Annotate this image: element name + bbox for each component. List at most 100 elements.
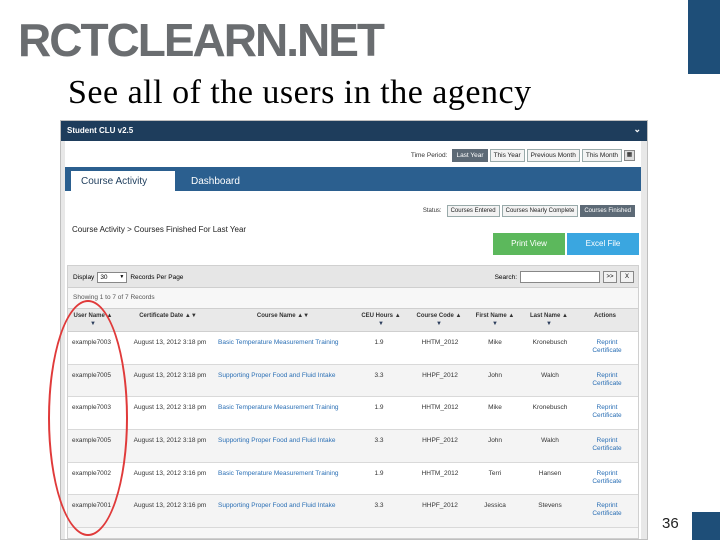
reprint-certificate-link[interactable]: Reprint Certificate [590, 437, 624, 453]
table-row: example7001 August 13, 2012 3:16 pm Supp… [68, 495, 638, 529]
window-titlebar: Student CLU v2.5 ⌄ [61, 121, 647, 141]
cell-course-code: HHTM_2012 [421, 469, 459, 477]
cell-last-name: Hansen [538, 469, 562, 477]
cell-course-name[interactable]: Basic Temperature Measurement Training [218, 470, 358, 478]
status-selector: Status: Courses Entered Courses Nearly C… [423, 205, 635, 217]
cell-course-code: HHTM_2012 [421, 339, 459, 346]
sort-up-icon: ▲ [394, 313, 401, 319]
chevron-down-icon[interactable]: ⌄ [633, 124, 641, 135]
app-content: Time Period: Last Year This Year Previou… [65, 141, 641, 539]
cell-first-name: John [487, 371, 503, 379]
cell-certificate-date: August 13, 2012 3:18 pm [133, 339, 207, 346]
cell-last-name: Kronebusch [532, 404, 568, 412]
cell-ceu-hours: 1.9 [374, 469, 384, 477]
cell-first-name: Mike [488, 404, 502, 412]
col-course-name[interactable]: Course Name ▲▼ [218, 313, 348, 319]
cell-certificate-date: August 13, 2012 3:18 pm [133, 371, 207, 379]
tab-course-activity[interactable]: Course Activity [71, 171, 175, 191]
cell-course-code: HHPF_2012 [422, 371, 458, 379]
table-header: User Name ▲ ▼ Certificate Date ▲▼ Course… [68, 308, 638, 332]
calendar-icon[interactable]: ▦ [624, 150, 635, 161]
search-go-button[interactable]: >> [603, 271, 617, 283]
highlight-oval [48, 300, 128, 536]
sort-up-icon: ▲ [455, 313, 462, 319]
cell-ceu-hours: 1.9 [374, 404, 384, 412]
reprint-certificate-link[interactable]: Reprint Certificate [590, 502, 624, 518]
tab-dashboard[interactable]: Dashboard [181, 171, 250, 191]
student-clu-window: Student CLU v2.5 ⌄ Time Period: Last Yea… [60, 120, 648, 540]
cell-course-code: HHPF_2012 [422, 502, 458, 510]
table-row: example7003 August 13, 2012 3:18 pm Basi… [68, 332, 638, 365]
col-last-name[interactable]: Last Name ▲ ▼ [524, 313, 574, 327]
col-actions: Actions [584, 313, 626, 319]
tab-bar: Course Activity Dashboard [65, 167, 641, 191]
sort-down-icon: ▼ [378, 321, 384, 327]
records-per-page-value: 30 [100, 274, 108, 281]
breadcrumb: Course Activity > Courses Finished For L… [72, 225, 247, 234]
cell-course-code: HHPF_2012 [422, 437, 458, 445]
excel-file-button[interactable]: Excel File [567, 233, 639, 255]
window-title: Student CLU v2.5 [67, 126, 134, 135]
records-per-page-label: Records Per Page [130, 274, 184, 281]
cell-course-name[interactable]: Supporting Proper Food and Fluid Intake [218, 502, 358, 510]
time-period-selector: Time Period: Last Year This Year Previou… [411, 149, 635, 162]
col-course-code[interactable]: Course Code ▲ ▼ [414, 313, 464, 327]
col-label: Course Code [416, 313, 454, 319]
reprint-certificate-link[interactable]: Reprint Certificate [590, 404, 624, 420]
grid-toolbar: Display 30 ▼ Records Per Page Search: >>… [68, 266, 638, 288]
table-row: example7005 August 13, 2012 3:18 pm Supp… [68, 364, 638, 398]
cell-ceu-hours: 1.9 [374, 339, 384, 346]
status-courses-nearly-complete[interactable]: Courses Nearly Complete [501, 205, 579, 217]
records-grid: Display 30 ▼ Records Per Page Search: >>… [67, 265, 639, 539]
display-label: Display [73, 274, 95, 281]
status-label: Status: [422, 208, 442, 214]
col-first-name[interactable]: First Name ▲ ▼ [470, 313, 520, 327]
reprint-certificate-link[interactable]: Reprint Certificate [590, 470, 624, 486]
time-period-this-year[interactable]: This Year [489, 149, 525, 162]
status-courses-entered[interactable]: Courses Entered [446, 205, 500, 217]
time-period-last-year[interactable]: Last Year [452, 149, 488, 162]
cell-ceu-hours: 3.3 [374, 437, 384, 445]
sort-up-icon: ▲ [562, 313, 568, 319]
col-label: Certificate Date [139, 313, 184, 319]
records-per-page-select[interactable]: 30 ▼ [97, 272, 128, 283]
cell-course-code: HHTM_2012 [421, 404, 459, 412]
cell-course-name[interactable]: Supporting Proper Food and Fluid Intake [218, 372, 358, 380]
chevron-down-icon: ▼ [119, 274, 125, 280]
col-certificate-date[interactable]: Certificate Date ▲▼ [126, 313, 210, 319]
display-control: Display 30 ▼ Records Per Page [73, 272, 183, 283]
time-period-this-month[interactable]: This Month [581, 149, 622, 162]
cell-certificate-date: August 13, 2012 3:18 pm [133, 437, 207, 445]
search-input[interactable] [520, 271, 600, 283]
search-clear-button[interactable]: X [620, 271, 634, 283]
table-row: example7002 August 13, 2012 3:16 pm Basi… [68, 462, 638, 496]
col-label: Last Name [530, 313, 561, 319]
col-ceu-hours[interactable]: CEU Hours ▲ ▼ [358, 313, 404, 327]
sort-icon: ▲▼ [184, 313, 197, 319]
slide-number: 36 [662, 515, 679, 532]
print-view-button[interactable]: Print View [493, 233, 565, 255]
reprint-certificate-link[interactable]: Reprint Certificate [590, 372, 624, 388]
cell-course-name[interactable]: Basic Temperature Measurement Training [218, 339, 358, 347]
cell-first-name: Mike [488, 339, 502, 346]
table-body: example7003 August 13, 2012 3:18 pm Basi… [68, 332, 638, 529]
cell-certificate-date: August 13, 2012 3:16 pm [133, 502, 207, 510]
col-label: CEU Hours [361, 313, 394, 319]
cell-course-name[interactable]: Supporting Proper Food and Fluid Intake [218, 437, 358, 445]
rctclearn-logo: RCTCLEARN.NET [18, 14, 385, 66]
cell-course-name[interactable]: Basic Temperature Measurement Training [218, 404, 358, 412]
time-period-previous-month[interactable]: Previous Month [526, 149, 580, 162]
cell-last-name: Walch [541, 371, 559, 379]
reprint-certificate-link[interactable]: Reprint Certificate [590, 339, 624, 355]
time-period-label: Time Period: [410, 152, 448, 159]
status-courses-finished[interactable]: Courses Finished [580, 205, 635, 217]
col-label: Actions [593, 313, 616, 319]
sort-down-icon: ▼ [436, 321, 442, 327]
cell-ceu-hours: 3.3 [374, 371, 384, 379]
cell-first-name: Terri [488, 469, 502, 477]
brand-bar-top [688, 0, 720, 74]
cell-certificate-date: August 13, 2012 3:16 pm [133, 469, 207, 477]
col-label: Course Name [256, 313, 296, 319]
search-label: Search: [494, 273, 517, 281]
table-row: example7005 August 13, 2012 3:18 pm Supp… [68, 430, 638, 463]
